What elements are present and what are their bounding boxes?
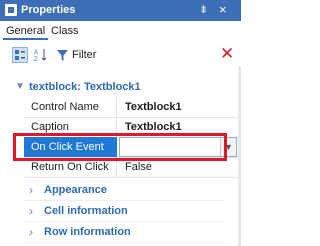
close-icon[interactable]: ×: [219, 2, 227, 17]
category-appearance[interactable]: › Appearance: [24, 180, 224, 201]
properties-toolbar: AZ Filter ✕: [0, 44, 241, 66]
properties-titlebar: Properties ⇟ ×: [0, 0, 241, 21]
categorized-view-icon[interactable]: [12, 47, 28, 63]
property-name: On Click Event: [24, 137, 117, 157]
clear-filter-icon[interactable]: ✕: [220, 45, 234, 63]
property-row-control-name[interactable]: Control Name Textblock1: [24, 97, 237, 118]
tab-strip: General Class: [0, 21, 241, 41]
filter-label: Filter: [72, 49, 97, 61]
tab-class[interactable]: Class: [48, 23, 82, 39]
chevron-right-icon: ›: [29, 204, 33, 218]
property-value[interactable]: Textblock1: [125, 97, 237, 117]
category-cell-information[interactable]: › Cell information: [24, 201, 224, 222]
object-header-label: textblock: Textblock1: [29, 81, 141, 93]
property-row-caption[interactable]: Caption Textblock1: [24, 117, 237, 138]
scrollbar-track[interactable]: [238, 66, 241, 246]
filter-funnel-icon[interactable]: [54, 47, 70, 63]
category-label: Cell information: [44, 205, 128, 217]
svg-text:Z: Z: [34, 57, 38, 62]
object-header[interactable]: ▼ textblock: Textblock1: [12, 78, 241, 96]
property-name: Caption: [24, 117, 117, 137]
property-value[interactable]: Textblock1: [125, 117, 237, 137]
pin-icon[interactable]: ⇟: [199, 3, 208, 16]
on-click-event-dropdown[interactable]: ▼: [119, 137, 237, 157]
chevron-down-icon[interactable]: ▼: [220, 138, 236, 156]
property-name: Return On Click: [24, 157, 117, 177]
svg-text:A: A: [34, 50, 38, 56]
filter-input[interactable]: [96, 47, 206, 62]
chevron-right-icon: ›: [29, 183, 33, 197]
property-row-return-on-click[interactable]: Return On Click False: [24, 157, 237, 178]
tab-general[interactable]: General: [3, 23, 49, 40]
window-title: Properties: [21, 4, 76, 16]
property-row-on-click-event[interactable]: On Click Event ▼: [24, 137, 237, 158]
category-label: Appearance: [44, 184, 107, 196]
chevron-down-icon: ▼: [15, 81, 25, 92]
property-name: Control Name: [24, 97, 117, 117]
alphabetical-sort-icon[interactable]: AZ: [33, 47, 49, 63]
category-label: Row information: [44, 226, 131, 238]
property-value[interactable]: False: [125, 157, 237, 177]
chevron-right-icon: ›: [29, 225, 33, 239]
properties-window-icon: [5, 4, 17, 16]
category-row-information[interactable]: › Row information: [24, 222, 224, 243]
